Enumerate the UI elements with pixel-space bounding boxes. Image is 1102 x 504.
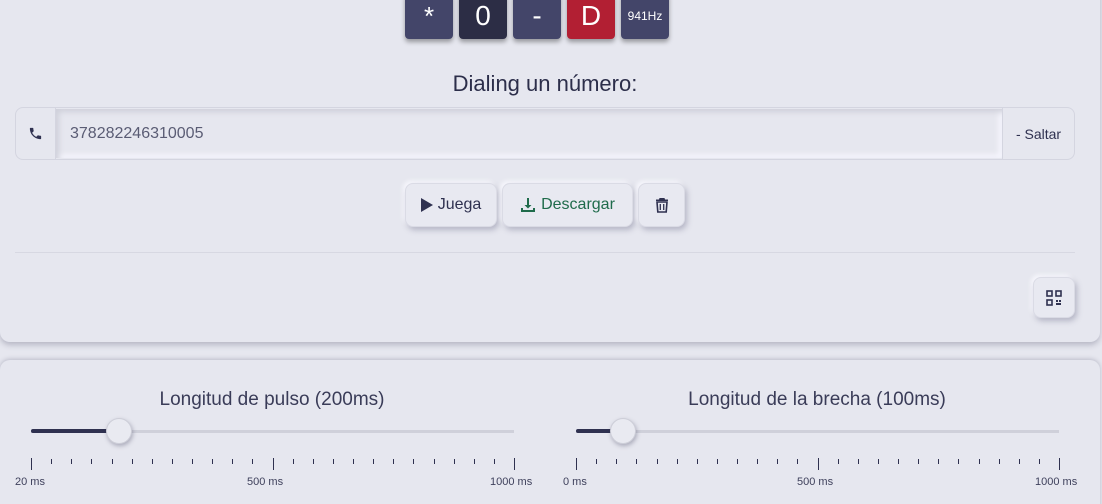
pulse-slider-thumb[interactable] — [106, 418, 132, 444]
pulse-tick — [51, 459, 52, 464]
action-buttons: Juega Descargar — [405, 183, 685, 227]
qr-code-button[interactable] — [1033, 277, 1075, 318]
gap-tick — [918, 459, 919, 464]
gap-slider-thumb[interactable] — [610, 418, 636, 444]
pulse-tick — [474, 459, 475, 464]
phone-number-input[interactable] — [56, 109, 1002, 158]
pulse-tick — [192, 459, 193, 464]
pulse-tick — [373, 459, 374, 464]
keypad-row: * 0 - D 941Hz — [405, 0, 669, 39]
pulse-tick — [393, 459, 394, 464]
pulse-tick — [353, 459, 354, 464]
gap-tick — [979, 459, 980, 464]
key-zero[interactable]: 0 — [459, 0, 507, 39]
gap-tick — [858, 459, 859, 464]
pulse-tick — [172, 459, 173, 464]
gap-tick — [838, 459, 839, 464]
gap-tick — [1039, 459, 1040, 464]
pulse-min-label: 20 ms — [15, 476, 45, 488]
play-label: Juega — [437, 196, 482, 213]
delete-button[interactable] — [638, 183, 685, 227]
skip-button[interactable]: - Saltar — [1002, 108, 1074, 159]
gap-tick — [576, 458, 577, 470]
gap-tick — [777, 459, 778, 464]
pulse-tick — [494, 459, 495, 464]
pulse-tick — [232, 459, 233, 464]
key-d-label: D — [580, 0, 602, 31]
gap-tick — [596, 459, 597, 464]
pulse-tick — [454, 459, 455, 464]
gap-tick — [938, 459, 939, 464]
key-dash[interactable]: - — [513, 0, 561, 39]
pulse-tick — [91, 459, 92, 464]
gap-tick — [797, 459, 798, 464]
pulse-mid-label: 500 ms — [247, 476, 284, 488]
key-star[interactable]: * — [405, 0, 453, 39]
download-label: Descargar — [541, 196, 615, 213]
gap-max-label: 1000 ms — [1035, 476, 1078, 488]
phone-number-group: - Saltar — [15, 107, 1075, 160]
pulse-tick — [333, 459, 334, 464]
download-icon — [521, 198, 536, 212]
gap-tick — [737, 459, 738, 464]
gap-tick — [999, 459, 1000, 464]
pulse-tick — [313, 459, 314, 464]
key-star-label: * — [423, 1, 435, 31]
gap-mid-label: 500 ms — [797, 476, 834, 488]
gap-tick — [697, 459, 698, 464]
gap-length-title: Longitud de la brecha (100ms) — [688, 389, 946, 410]
download-button[interactable]: Descargar — [502, 183, 633, 227]
gap-tick — [636, 459, 637, 464]
pulse-tick — [132, 459, 133, 464]
pulse-tick — [273, 458, 274, 470]
play-icon — [420, 198, 433, 212]
key-zero-label: 0 — [475, 0, 491, 31]
section-divider — [15, 252, 1075, 253]
pulse-max-label: 1000 ms — [490, 476, 533, 488]
gap-slider-track[interactable] — [576, 430, 1059, 433]
pulse-length-title: Longitud de pulso (200ms) — [159, 389, 385, 410]
gap-tick — [1059, 458, 1060, 470]
pulse-tick — [71, 459, 72, 464]
gap-tick — [1019, 459, 1020, 464]
key-frequency-label: 941Hz — [627, 8, 663, 23]
dialer-card — [0, 0, 1100, 342]
gap-tick — [757, 459, 758, 464]
key-d[interactable]: D — [567, 0, 615, 39]
pulse-tick — [293, 459, 294, 464]
pulse-tick — [514, 458, 515, 470]
qr-code-icon — [1046, 289, 1062, 306]
phone-icon — [16, 108, 56, 159]
pulse-tick — [434, 459, 435, 464]
gap-tick — [677, 459, 678, 464]
play-button[interactable]: Juega — [405, 183, 497, 227]
pulse-tick — [31, 458, 32, 470]
gap-tick — [717, 459, 718, 464]
pulse-tick — [413, 459, 414, 464]
gap-tick — [818, 458, 819, 470]
gap-min-label: 0 ms — [563, 476, 587, 488]
dialing-title: Dialing un número: — [452, 71, 638, 96]
gap-tick — [898, 459, 899, 464]
pulse-tick — [112, 459, 113, 464]
key-frequency[interactable]: 941Hz — [621, 0, 669, 39]
pulse-tick — [152, 459, 153, 464]
gap-tick — [616, 459, 617, 464]
pulse-tick — [252, 459, 253, 464]
gap-tick — [958, 459, 959, 464]
gap-tick — [657, 459, 658, 464]
gap-tick — [878, 459, 879, 464]
trash-icon — [655, 198, 668, 213]
pulse-tick — [212, 459, 213, 464]
key-dash-label: - — [532, 0, 542, 31]
